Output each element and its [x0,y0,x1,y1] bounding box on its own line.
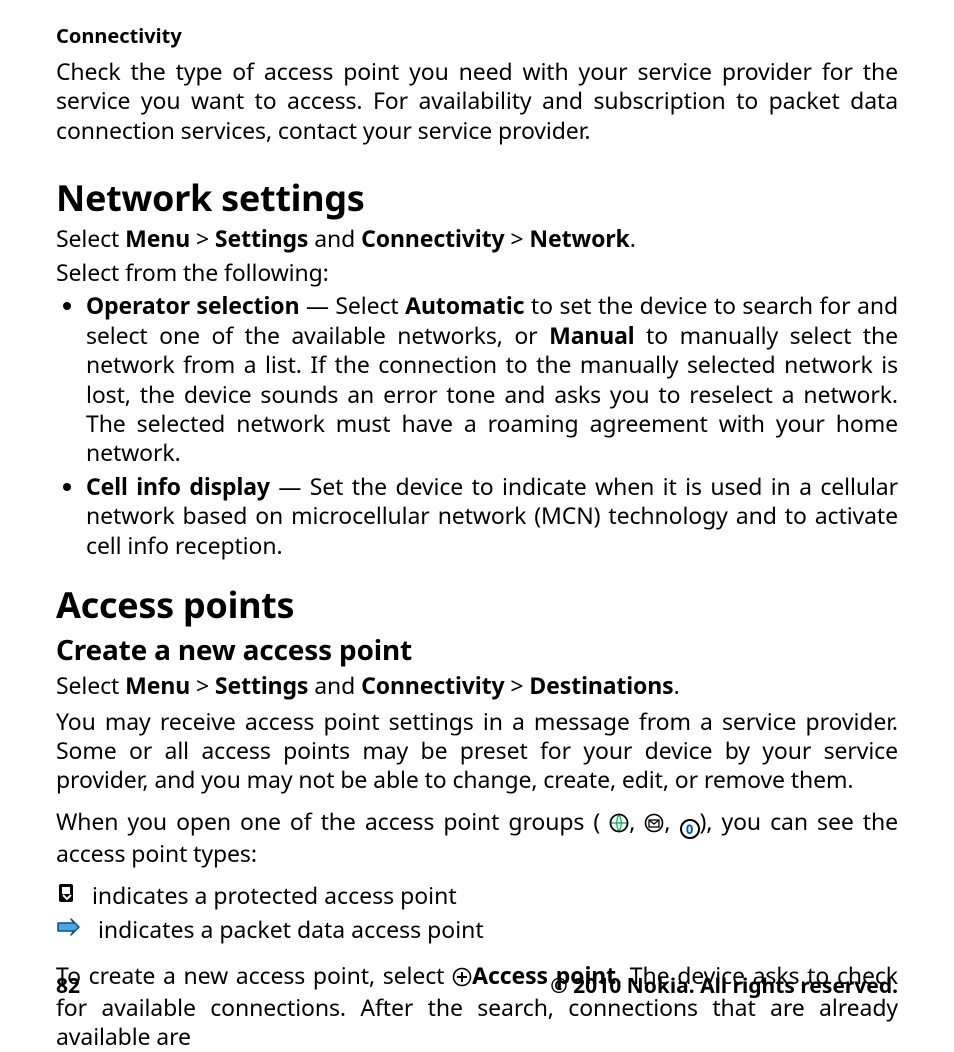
protected-icon [56,881,78,911]
settings-label: Settings [215,222,308,254]
text: When you open one of the access point gr… [56,805,600,837]
cell-info-title: Cell info display [86,470,270,502]
page-footer: 82 © 2010 Nokia. All rights reserved. [56,972,898,1000]
access-points-groups-line: When you open one of the access point gr… [56,807,898,869]
network-settings-heading: Network settings [56,173,898,222]
text: . [674,669,680,701]
menu-label: Menu [125,222,190,254]
network-settings-path: Select Menu > Settings and Connectivity … [56,224,898,253]
text: > [190,222,215,254]
text: > [505,222,530,254]
text: > [190,669,215,701]
protected-ap-text: indicates a protected access point [92,881,457,911]
page-number: 82 [56,972,80,1000]
globe-icon [609,810,629,839]
connectivity-label: Connectivity [361,222,504,254]
mms-icon [644,810,664,839]
menu-label: Menu [125,669,190,701]
access-points-para1: You may receive access point settings in… [56,707,898,795]
packet-ap-text: indicates a packet data access point [98,915,484,945]
document-page: Connectivity Check the type of access po… [0,0,954,1036]
section-label: Connectivity [56,22,898,49]
access-points-path: Select Menu > Settings and Connectivity … [56,671,898,700]
text: Select [56,222,125,254]
copyright-text: © 2010 Nokia. All rights reserved. [550,972,898,1000]
list-item: Cell info display — Set the device to in… [86,472,898,560]
text: — Select [299,289,405,321]
connectivity-label: Connectivity [361,669,504,701]
list-item: Operator selection — Select Automatic to… [86,291,898,468]
protected-ap-line: indicates a protected access point [56,881,898,911]
packet-ap-line: indicates a packet data access point [56,915,898,945]
text: Select [56,669,125,701]
operator-icon: 0 [680,819,700,839]
settings-label: Settings [215,669,308,701]
network-label: Network [529,222,629,254]
network-options-list: Operator selection — Select Automatic to… [56,291,898,560]
destinations-label: Destinations [529,669,673,701]
manual-label: Manual [549,319,634,351]
text: > [505,669,530,701]
access-points-heading: Access points [56,580,898,629]
intro-paragraph: Check the type of access point you need … [56,57,898,145]
select-following: Select from the following: [56,258,898,287]
text: . [630,222,636,254]
create-access-point-subheading: Create a new access point [56,631,898,669]
packet-data-icon [56,915,84,945]
text: and [308,669,361,701]
text: and [308,222,361,254]
operator-selection-title: Operator selection [86,289,299,321]
automatic-label: Automatic [405,289,524,321]
